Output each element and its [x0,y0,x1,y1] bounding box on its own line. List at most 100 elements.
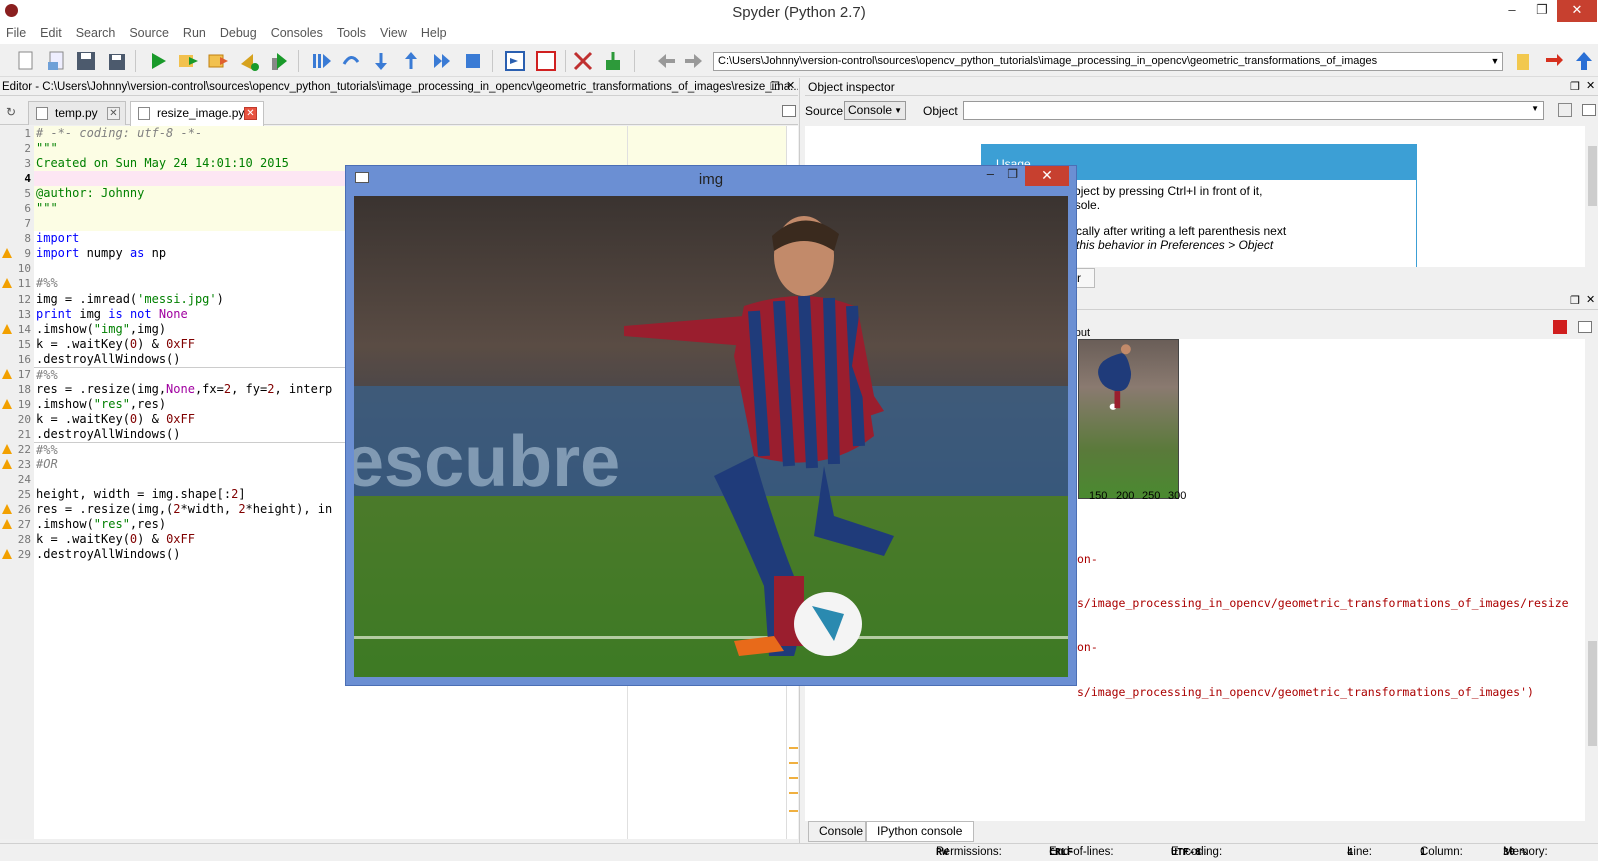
new-file-icon[interactable] [14,50,36,72]
folder-icon[interactable] [1513,50,1535,72]
close-button[interactable]: ✕ [1025,166,1069,186]
stop-kernel-icon[interactable] [1553,320,1567,334]
maximize-button[interactable]: ❐ [1527,0,1557,22]
menu-edit[interactable]: Edit [33,24,69,42]
preferences-icon[interactable] [572,50,594,72]
close-pane-icon[interactable]: ✕ [1586,79,1595,92]
step-into-icon[interactable] [370,50,392,72]
console-tabs: Console IPython console [808,821,1598,843]
options-menu-icon[interactable] [1578,321,1592,333]
object-input[interactable]: ▼ [963,101,1544,120]
line-number: 13 [17,307,31,321]
tab-console[interactable]: Console [808,821,866,842]
pythonpath-icon[interactable] [602,50,624,72]
menu-file[interactable]: File [0,24,33,42]
warning-icon[interactable] [2,368,12,379]
tick-label: 300 [1168,490,1187,502]
line-number: 20 [17,412,31,426]
line-number: 3 [24,157,31,171]
line-number-gutter: 1 2 3 4 5 6 7 8 9 10 11 12 13 14 15 16 17 18 19 20 21 22 23 24 2… [0,126,34,839]
warning-icon[interactable] [2,323,12,334]
save-all-icon[interactable] [105,50,127,72]
warning-icon[interactable] [2,459,12,470]
minimize-button[interactable]: – [1497,0,1527,22]
run-selection-icon[interactable] [268,50,290,72]
warning-icon[interactable] [2,549,12,560]
tab-ipython-console[interactable]: IPython console [866,821,974,842]
options-menu-icon[interactable] [782,105,796,117]
close-pane-icon[interactable]: ✕ [1586,293,1595,306]
line-number: 2 [24,142,31,156]
python-file-icon [138,107,150,120]
browse-tabs-icon[interactable]: ↻ [6,105,16,119]
tab-close-icon[interactable]: ✕ [107,107,120,120]
step-return-icon[interactable] [400,50,422,72]
warning-icon[interactable] [2,443,12,454]
maximize-pane-icon[interactable] [504,50,526,72]
line-number: 12 [17,292,31,306]
warning-icon[interactable] [2,278,12,289]
menu-view[interactable]: View [373,24,414,42]
continue-icon[interactable] [431,50,453,72]
warning-icon[interactable] [2,398,12,409]
chevron-down-icon[interactable]: ▼ [1488,53,1502,70]
status-label: Line: [1347,846,1372,858]
undock-icon[interactable]: ❐ [770,80,780,93]
warning-icon[interactable] [2,519,12,530]
inspector-toolbar: Source Console ▼ Object ▼ [805,97,1598,125]
line-number: 29 [0,547,34,562]
tab-resize-image-py[interactable]: resize_image.py ✕ [130,101,264,126]
status-bar: Permissions: RW End-of-lines: CRLF Encod… [0,843,1598,861]
close-pane-icon[interactable]: ✕ [786,79,795,92]
close-button[interactable]: ✕ [1557,0,1597,22]
lock-icon[interactable] [1558,103,1572,117]
editor-pane-title: Editor - C:\Users\Johnny\version-control… [0,78,798,96]
line-status: Line: 4 [1347,844,1372,861]
tab-temp-py[interactable]: temp.py ✕ [28,101,126,125]
menu-search[interactable]: Search [69,24,123,42]
menu-source[interactable]: Source [122,24,176,42]
status-label: Permissions: [936,846,1002,858]
sync-icon[interactable] [1543,50,1565,72]
run-icon[interactable] [147,50,169,72]
warning-icon[interactable] [2,504,12,515]
warning-icon[interactable] [2,248,12,259]
inspector-scrollbar[interactable] [1587,126,1598,267]
code-line[interactable]: """ [34,141,786,157]
working-directory-input[interactable]: C:\Users\Johnny\version-control\sources\… [713,52,1503,71]
debug-icon[interactable] [310,50,332,72]
run-config-icon[interactable] [177,50,199,72]
line-number: 26 [0,502,34,517]
console-output: on- s/image_processing_in_opencv/geometr… [1077,522,1569,729]
line-number: 11 [0,276,34,291]
menu-tools[interactable]: Tools [330,24,373,42]
console-line: on- [1077,640,1098,655]
stop-debug-icon[interactable] [462,50,484,72]
menu-run[interactable]: Run [176,24,213,42]
undock-icon[interactable]: ❐ [1570,294,1580,307]
run-cell-icon[interactable] [207,50,229,72]
forward-arrow-icon[interactable] [683,50,705,72]
fullscreen-icon[interactable] [535,50,557,72]
inline-plot [1078,339,1179,499]
maximize-button[interactable]: ❐ [1007,167,1018,181]
open-file-icon[interactable] [45,50,67,72]
menu-bar: File Edit Search Source Run Debug Consoles Tool… [0,24,1598,44]
console-line: on- [1077,551,1098,566]
step-icon[interactable] [340,50,362,72]
back-arrow-icon[interactable] [655,50,677,72]
code-line[interactable]: # -*- coding: utf-8 -*- [34,126,786,142]
opencv-image-window[interactable]: img – ❐ ✕ escubre [345,165,1077,686]
menu-help[interactable]: Help [414,24,454,42]
source-select[interactable]: Console ▼ [844,101,906,120]
parent-directory-icon[interactable] [1573,50,1595,72]
console-scrollbar[interactable] [1587,339,1598,821]
save-icon[interactable] [75,50,97,72]
options-menu-icon[interactable] [1582,104,1596,116]
tab-close-icon[interactable]: ✕ [244,107,257,120]
menu-consoles[interactable]: Consoles [264,24,330,42]
run-cell-advance-icon[interactable] [238,50,260,72]
menu-debug[interactable]: Debug [213,24,264,42]
minimize-button[interactable]: – [987,166,994,181]
undock-icon[interactable]: ❐ [1570,80,1580,93]
